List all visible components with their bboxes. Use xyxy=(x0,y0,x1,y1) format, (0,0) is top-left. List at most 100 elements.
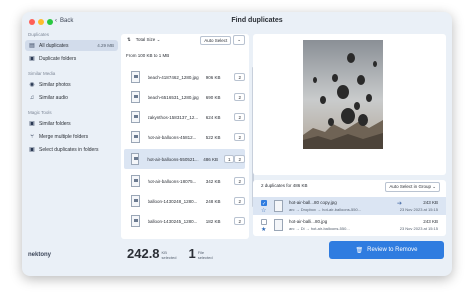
sort-icon: ⇅ xyxy=(127,37,131,42)
row-count: 2 xyxy=(226,93,245,101)
file-thumbnail xyxy=(131,111,140,123)
duplicate-file-row[interactable]: ✓ ☆ hot-air-ball...80 copy.jpg arc → Dro… xyxy=(253,197,446,215)
auto-select-button[interactable]: Auto Select xyxy=(200,35,232,45)
row-file-size: 342 KB xyxy=(205,178,221,184)
share-arrow-icon[interactable]: ➔ xyxy=(397,200,402,207)
music-note-icon: ♫ xyxy=(29,94,35,101)
row-count: 2 xyxy=(226,177,245,185)
nektony-logo: nektony xyxy=(28,252,52,258)
review-to-remove-button[interactable]: 🗑 Review to Remove xyxy=(329,241,444,259)
file-thumbnail xyxy=(131,71,140,83)
duplicate-checkbox[interactable] xyxy=(261,219,267,225)
sidebar-section-duplicates: Duplicates xyxy=(28,32,50,37)
sidebar-item-similar-photos[interactable]: ◉ Similar photos xyxy=(25,79,118,90)
file-thumbnail xyxy=(131,195,140,207)
sidebar-section-similar-media: Similar Media xyxy=(28,71,56,76)
merge-icon: ⑂ xyxy=(30,133,34,140)
row-file-name: beach-6516531_1280.jpg xyxy=(147,94,199,100)
file-thumbnail xyxy=(131,175,140,187)
row-count: 2 xyxy=(226,197,245,205)
row-file-name: beach-4187462_1280.jpg xyxy=(147,74,199,80)
row-duplicate-count: 2 xyxy=(234,113,245,121)
duplicate-file-date: 23 Nov 2023 at 15:15 xyxy=(399,207,438,212)
file-thumbnail xyxy=(131,153,140,165)
sidebar-section-magic-tools: Magic Tools xyxy=(28,110,52,115)
star-filled-icon[interactable]: ★ xyxy=(261,226,266,233)
duplicate-list-row[interactable]: hot-air-balloons-550521... 486 KB 1 2 xyxy=(124,149,245,169)
file-thumbnail xyxy=(274,219,283,231)
row-count: 12 xyxy=(223,155,245,163)
folder-icon: ▣ xyxy=(29,121,35,127)
row-count: 2 xyxy=(226,113,245,121)
auto-select-in-group-button[interactable]: Auto Select in Group ⌄ xyxy=(385,182,440,192)
chevron-down-icon: ⌄ xyxy=(237,37,241,42)
sidebar-item-duplicate-folders[interactable]: ▣ Duplicate folders xyxy=(25,53,118,64)
duplicate-list-row[interactable]: hot-air-balloons-45812... 522 KB 2 xyxy=(124,127,245,147)
duplicate-list-row[interactable]: beach-6516531_1280.jpg 690 KB 2 xyxy=(124,87,245,107)
row-duplicate-count: 2 xyxy=(234,217,245,225)
row-duplicate-count: 2 xyxy=(234,155,245,163)
row-file-name: balloon-1430248_1280... xyxy=(147,198,198,204)
duplicate-list-row[interactable]: balloon-1430245_1280... 182 KB 2 xyxy=(124,211,245,231)
row-file-name: hot-air-balloons-18075... xyxy=(147,178,197,184)
sidebar-item-similar-folders[interactable]: ▣ Similar folders xyxy=(25,118,118,129)
duplicate-list-row[interactable]: hot-air-balloons-18075... 342 KB 2 xyxy=(124,171,245,191)
row-file-size: 486 KB xyxy=(203,156,218,162)
duplicate-checkbox[interactable]: ✓ xyxy=(261,200,267,207)
sort-dropdown[interactable]: Total Size ⌄ xyxy=(132,36,164,44)
selected-files-caption: selected xyxy=(197,255,213,260)
image-preview-panel xyxy=(253,34,446,175)
trash-icon: 🗑 xyxy=(355,247,364,254)
row-file-name: hot-air-balloons-45812... xyxy=(147,134,197,140)
folder-select-icon: ▣ xyxy=(29,147,35,153)
row-file-size: 690 KB xyxy=(205,94,221,100)
file-thumbnail xyxy=(131,91,140,103)
row-file-size: 248 KB xyxy=(205,198,221,204)
selection-summary: 242.8 KB selected 1 File selected xyxy=(121,241,249,271)
sidebar: Duplicates ▤ All duplicates 4.29 MB ▣ Du… xyxy=(22,30,120,276)
star-outline-icon[interactable]: ☆ xyxy=(261,207,266,214)
selected-size-caption: selected xyxy=(161,255,177,260)
file-thumbnail xyxy=(131,131,140,143)
auto-select-menu-button[interactable]: ⌄ xyxy=(233,35,245,45)
sidebar-item-similar-audio[interactable]: ♫ Similar audio xyxy=(25,92,118,103)
duplicate-list-row[interactable]: beach-4187462_1280.jpg 906 KB 2 xyxy=(124,67,245,87)
row-file-size: 906 KB xyxy=(205,74,221,80)
row-file-size: 624 KB xyxy=(205,114,221,120)
row-duplicate-count: 2 xyxy=(234,93,245,101)
file-thumbnail xyxy=(131,215,140,227)
duplicate-file-path: arc → Dropbox → hot-air-balloons-550... xyxy=(289,207,362,212)
row-selected-count: 1 xyxy=(223,155,235,163)
duplicate-list-row[interactable]: zakynthos-1583137_12... 624 KB 2 xyxy=(124,107,245,127)
duplicate-file-row[interactable]: ★ hot-air-balli...80.jpg arc → Di → hot-… xyxy=(253,216,446,234)
duplicate-file-size: 243 KB xyxy=(423,219,438,224)
balloons-photo-preview xyxy=(303,40,383,149)
row-duplicate-count: 2 xyxy=(234,197,245,205)
duplicate-file-size: 243 KB xyxy=(423,200,438,205)
camera-icon: ◉ xyxy=(29,82,35,88)
row-file-name: zakynthos-1583137_12... xyxy=(147,114,199,120)
selected-size-value: 242.8 xyxy=(127,246,160,261)
sidebar-item-merge-folders[interactable]: ⑂ Merge multiple folders xyxy=(25,131,118,142)
duplicates-group-header: 2 duplicates for 486 KB xyxy=(261,183,308,188)
row-duplicate-count: 2 xyxy=(234,133,245,141)
file-thumbnail xyxy=(274,200,283,212)
row-file-name: hot-air-balloons-550521... xyxy=(147,156,199,162)
sidebar-item-select-duplicates[interactable]: ▣ Select duplicates in folders xyxy=(25,144,118,155)
all-duplicates-size: 4.29 MB xyxy=(97,43,114,48)
chevron-down-icon: ⌄ xyxy=(156,37,161,42)
row-file-name: balloon-1430245_1280... xyxy=(147,218,198,224)
duplicate-files-panel: 2 duplicates for 486 KB Auto Select in G… xyxy=(253,180,446,236)
duplicate-file-path: arc → Di → hot-air-balloons-550... xyxy=(289,226,350,231)
app-window: ‹ Back Find duplicates Duplicates ▤ All … xyxy=(22,12,452,276)
row-count: 2 xyxy=(226,133,245,141)
duplicate-list-row[interactable]: balloon-1430248_1280... 248 KB 2 xyxy=(124,191,245,211)
duplicates-list-panel: ⇅ Total Size ⌄ Auto Select ⌄ From 100 KB… xyxy=(121,34,254,239)
row-count: 2 xyxy=(226,73,245,81)
selected-files-count: 1 xyxy=(188,246,196,261)
row-file-size: 522 KB xyxy=(205,134,221,140)
folder-icon: ▣ xyxy=(29,56,35,62)
sidebar-item-all-duplicates[interactable]: ▤ All duplicates 4.29 MB xyxy=(25,40,118,51)
duplicate-file-date: 23 Nov 2023 at 15:15 xyxy=(399,226,438,231)
duplicate-file-name: hot-air-ball...80 copy.jpg xyxy=(289,200,337,205)
